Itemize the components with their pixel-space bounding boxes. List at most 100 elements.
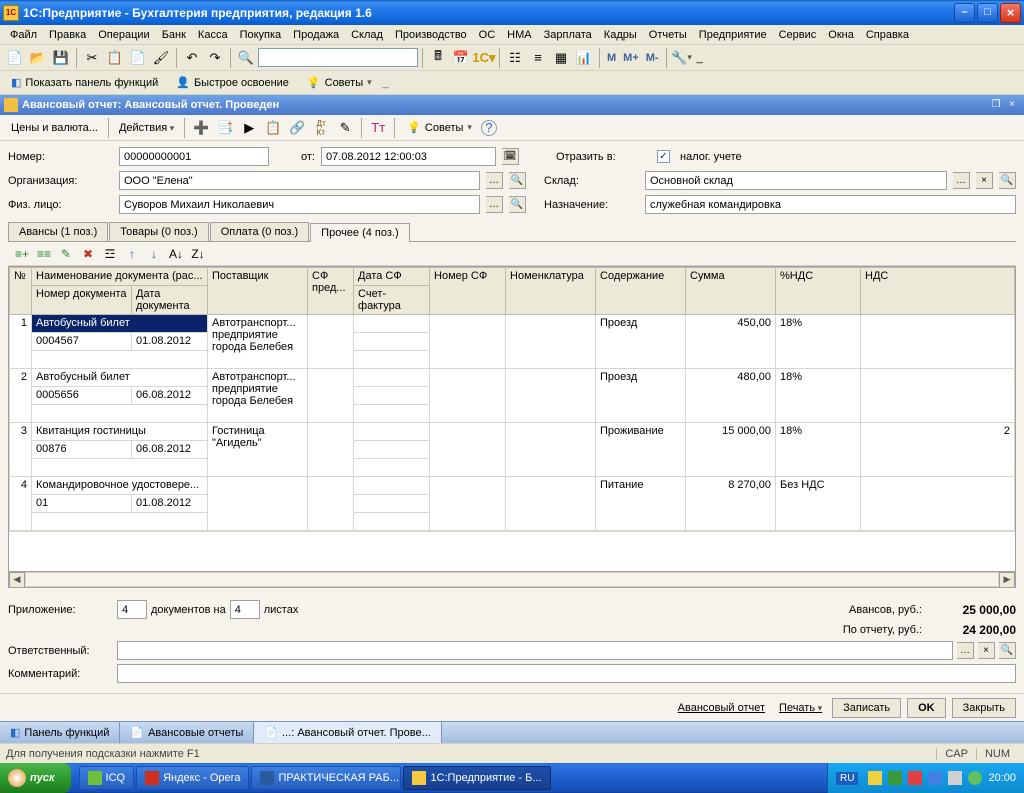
tab-goods[interactable]: Товары (0 поз.) <box>109 222 208 241</box>
tray-icon[interactable] <box>928 771 942 785</box>
responsible-field[interactable] <box>117 641 953 660</box>
calendar-icon[interactable]: 📅 <box>450 47 472 69</box>
doc-restore-button[interactable]: ❐ <box>988 98 1004 112</box>
menu-file[interactable]: Файл <box>4 27 43 43</box>
col-docname[interactable]: Наименование документа (рас... <box>32 268 208 286</box>
menu-hr[interactable]: Кадры <box>598 27 643 43</box>
warehouse-field[interactable]: Основной склад <box>645 171 947 190</box>
search-input[interactable] <box>258 48 418 67</box>
menu-reports[interactable]: Отчеты <box>643 27 693 43</box>
quick-learn-button[interactable]: 👤 Быстрое освоение <box>169 73 296 92</box>
save-icon[interactable]: 💾 <box>50 47 72 69</box>
comment-field[interactable] <box>117 664 1016 683</box>
grid-scrollbar[interactable]: ◀ ▶ <box>9 571 1015 587</box>
col-docnum[interactable]: Номер документа <box>32 286 132 315</box>
tax-checkbox[interactable]: ✓ <box>657 150 670 163</box>
1c-icon[interactable]: 1C▾ <box>473 47 495 69</box>
warehouse-clear-icon[interactable]: × <box>976 172 993 189</box>
doc-add-icon[interactable]: ➕ <box>190 117 212 139</box>
chart-icon[interactable]: ▦ <box>550 47 572 69</box>
find-icon[interactable]: 🔍 <box>235 47 257 69</box>
maximize-button[interactable]: □ <box>977 3 998 23</box>
attach-count-field[interactable]: 4 <box>117 600 147 619</box>
calc-icon[interactable]: 🖩 <box>427 47 449 69</box>
doc-structure-icon[interactable]: Тт <box>367 117 389 139</box>
doc-link-icon[interactable]: 🔗 <box>286 117 308 139</box>
menu-salary[interactable]: Зарплата <box>538 27 598 43</box>
tray-icon[interactable] <box>968 771 982 785</box>
menu-bank[interactable]: Банк <box>156 27 192 43</box>
menu-windows[interactable]: Окна <box>822 27 860 43</box>
org-ellipsis-icon[interactable]: … <box>486 172 503 189</box>
grid-moveup-icon[interactable]: ↑ <box>122 244 142 264</box>
col-sfnum[interactable]: Номер СФ <box>430 268 506 315</box>
table-row[interactable]: 1 Автобусный билет Автотранспорт... пред… <box>10 315 1015 333</box>
scroll-right-icon[interactable]: ▶ <box>999 572 1015 588</box>
prices-currency-button[interactable]: Цены и валюта... <box>6 120 103 136</box>
close-button[interactable]: Закрыть <box>952 698 1016 718</box>
col-sfdate[interactable]: Дата СФ <box>354 268 430 286</box>
grid-sort-za-icon[interactable]: Z↓ <box>188 244 208 264</box>
tab-advances[interactable]: Авансы (1 поз.) <box>8 222 108 241</box>
save-button[interactable]: Записать <box>832 698 901 718</box>
col-sum[interactable]: Сумма <box>686 268 776 315</box>
doc-close-button[interactable]: × <box>1004 98 1020 112</box>
tray-volume-icon[interactable] <box>948 771 962 785</box>
tab-other[interactable]: Прочее (4 поз.) <box>310 223 409 242</box>
panel-tab-functions[interactable]: ◧Панель функций <box>0 722 120 743</box>
undo-icon[interactable]: ↶ <box>181 47 203 69</box>
col-num[interactable]: № <box>10 268 32 315</box>
table-row[interactable]: 3 Квитанция гостиницы Гостиница "Агидель… <box>10 423 1015 441</box>
table-row[interactable]: 2 Автобусный билет Автотранспорт... пред… <box>10 369 1015 387</box>
col-sf[interactable]: СФ пред... <box>308 268 354 315</box>
tips-button[interactable]: 💡 Советы <box>300 73 379 92</box>
responsible-search-icon[interactable]: 🔍 <box>999 642 1016 659</box>
table-row[interactable]: 4 Командировочное удостовере... Питание … <box>10 477 1015 495</box>
grid-refresh-icon[interactable]: ☲ <box>100 244 120 264</box>
doc-list-icon[interactable]: 📑 <box>214 117 236 139</box>
org-field[interactable]: ООО "Елена" <box>119 171 480 190</box>
grid-sort-az-icon[interactable]: A↓ <box>166 244 186 264</box>
copy-icon[interactable]: 📋 <box>104 47 126 69</box>
panel-tab-reports[interactable]: 📄Авансовые отчеты <box>120 722 254 743</box>
task-opera[interactable]: Яндекс - Opera <box>136 766 249 790</box>
doc-help-icon[interactable]: ? <box>481 120 497 136</box>
col-supplier[interactable]: Поставщик <box>208 268 308 315</box>
redo-icon[interactable]: ↷ <box>204 47 226 69</box>
doc-save-icon[interactable]: 📋 <box>262 117 284 139</box>
actions-dropdown[interactable]: Действия <box>114 120 179 136</box>
menu-operations[interactable]: Операции <box>92 27 155 43</box>
minimize-button[interactable]: – <box>954 3 975 23</box>
doc-edit-icon[interactable]: ✎ <box>334 117 356 139</box>
grid-copy-icon[interactable]: ≡≡ <box>34 244 54 264</box>
menu-cash[interactable]: Касса <box>192 27 234 43</box>
new-doc-icon[interactable]: 📄 <box>4 47 26 69</box>
sheets-count-field[interactable]: 4 <box>230 600 260 619</box>
task-icq[interactable]: ICQ <box>79 766 135 790</box>
brush-icon[interactable]: 🖌 <box>150 47 172 69</box>
menu-service[interactable]: Сервис <box>773 27 823 43</box>
person-ellipsis-icon[interactable]: … <box>486 196 503 213</box>
task-1c[interactable]: 1С:Предприятие - Б... <box>403 766 550 790</box>
menu-sale[interactable]: Продажа <box>287 27 345 43</box>
advance-report-link[interactable]: Авансовый отчет <box>674 700 769 716</box>
menu-nma[interactable]: НМА <box>501 27 537 43</box>
scroll-track[interactable] <box>25 572 999 587</box>
doc-next-icon[interactable]: ▶ <box>238 117 260 139</box>
calendar-addon-icon[interactable]: 🗓 <box>502 148 519 165</box>
date-field[interactable]: 07.08.2012 12:00:03 <box>321 147 496 166</box>
menu-production[interactable]: Производство <box>389 27 473 43</box>
doc-tips-button[interactable]: 💡 Советы <box>400 118 479 137</box>
col-vat[interactable]: НДС <box>861 268 1015 315</box>
col-content[interactable]: Содержание <box>596 268 686 315</box>
col-nomen[interactable]: Номенклатура <box>506 268 596 315</box>
settings-icon[interactable]: 🔧 <box>671 47 693 69</box>
show-panel-button[interactable]: ◧ Показать панель функций <box>4 73 165 92</box>
menu-purchase[interactable]: Покупка <box>234 27 288 43</box>
purpose-field[interactable]: служебная командировка <box>645 195 1016 214</box>
report-icon[interactable]: 📊 <box>573 47 595 69</box>
responsible-clear-icon[interactable]: × <box>978 642 995 659</box>
task-word[interactable]: ПРАКТИЧЕСКАЯ РАБ... <box>251 766 401 790</box>
language-indicator[interactable]: RU <box>836 772 858 785</box>
grid-movedown-icon[interactable]: ↓ <box>144 244 164 264</box>
